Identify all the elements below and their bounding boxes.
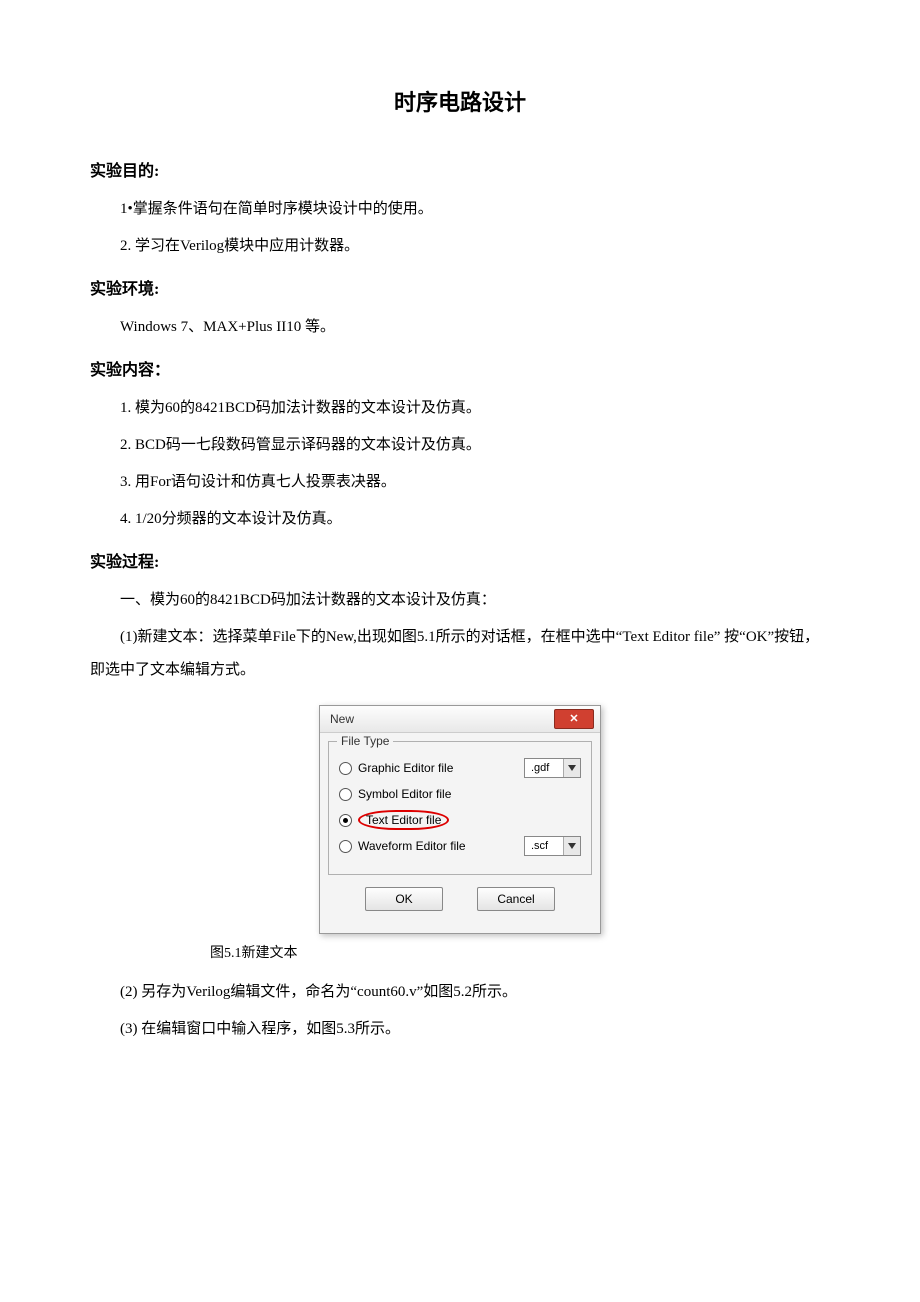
dialog-figure: New ✕ File Type Graphic Editor file .gdf [90,705,830,934]
step-2: (2) 另存为Verilog编辑文件，命名为“count60.v”如图5.2所示… [90,976,830,1009]
close-icon: ✕ [569,714,578,725]
ok-button-label: OK [395,892,412,906]
option-label: Symbol Editor file [358,787,451,801]
extension-select-scf[interactable]: .scf [524,836,581,856]
option-label: Graphic Editor file [358,761,453,775]
close-button[interactable]: ✕ [554,709,594,729]
radio-icon [339,788,352,801]
extension-value: .gdf [525,762,563,774]
process-heading: 实验过程: [90,548,830,572]
highlight-ellipse: Text Editor file [358,810,449,830]
option-label: Waveform Editor file [358,839,466,853]
radio-icon [339,840,352,853]
content-item-1: 1. 模为60的8421BCD码加法计数器的文本设计及仿真。 [90,392,830,425]
option-text-editor[interactable]: Text Editor file [339,810,581,830]
groupbox-label: File Type [337,734,393,748]
option-label: Text Editor file [366,813,441,827]
option-symbol-editor[interactable]: Symbol Editor file [339,784,581,804]
content-item-3: 3. 用For语句设计和仿真七人投票表决器。 [90,466,830,499]
cancel-button[interactable]: Cancel [477,887,555,911]
extension-select-gdf[interactable]: .gdf [524,758,581,778]
purpose-heading: 实验目的: [90,157,830,181]
dropdown-arrow-icon [563,837,580,855]
ok-button[interactable]: OK [365,887,443,911]
dialog-button-row: OK Cancel [328,875,592,925]
dropdown-arrow-icon [563,759,580,777]
step-1: (1)新建文本：选择菜单File下的New,出现如图5.1所示的对话框，在框中选… [90,621,830,687]
radio-icon [339,762,352,775]
env-text: Windows 7、MAX+Plus II10 等。 [90,311,830,344]
content-item-2: 2. BCD码一七段数码管显示译码器的文本设计及仿真。 [90,429,830,462]
radio-icon [339,814,352,827]
env-heading: 实验环境: [90,275,830,299]
page-title: 时序电路设计 [90,85,830,117]
option-waveform-editor[interactable]: Waveform Editor file .scf [339,836,581,856]
content-heading: 实验内容： [90,356,830,380]
process-intro: 一、模为60的8421BCD码加法计数器的文本设计及仿真： [90,584,830,617]
dialog-title: New [330,712,354,726]
figure-caption: 图5.1新建文本 [210,942,830,962]
purpose-item-1: 1•掌握条件语句在简单时序模块设计中的使用。 [90,193,830,226]
purpose-item-2: 2. 学习在Verilog模块中应用计数器。 [90,230,830,263]
new-dialog: New ✕ File Type Graphic Editor file .gdf [319,705,601,934]
extension-value: .scf [525,840,563,852]
cancel-button-label: Cancel [497,892,534,906]
step-3: (3) 在编辑窗口中输入程序，如图5.3所示。 [90,1013,830,1046]
file-type-groupbox: File Type Graphic Editor file .gdf [328,741,592,875]
dialog-body: File Type Graphic Editor file .gdf [320,733,600,933]
option-graphic-editor[interactable]: Graphic Editor file .gdf [339,758,581,778]
page: 时序电路设计 实验目的: 1•掌握条件语句在简单时序模块设计中的使用。 2. 学… [0,0,920,1302]
dialog-titlebar: New ✕ [320,706,600,733]
content-item-4: 4. 1/20分频器的文本设计及仿真。 [90,503,830,536]
